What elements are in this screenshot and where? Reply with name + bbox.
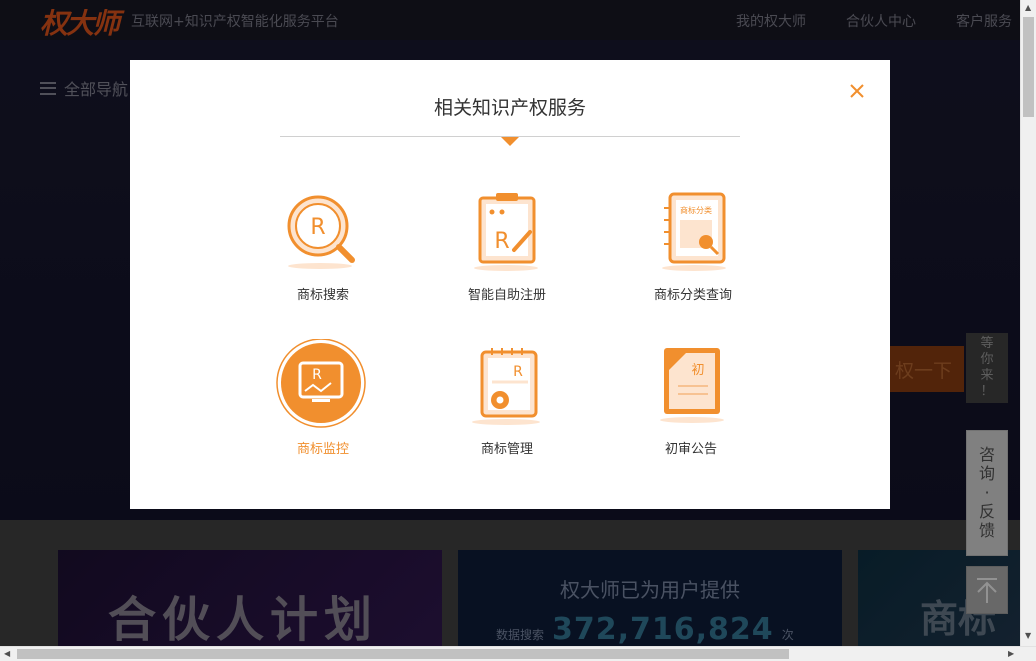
smart-registration-icon: R <box>474 193 538 271</box>
icon-text-classify: 商标分类 <box>680 205 712 215</box>
preliminary-announcement-icon: 初 <box>660 348 724 423</box>
close-button[interactable] <box>847 81 867 101</box>
trademark-management-icon: R <box>472 348 540 425</box>
horizontal-scroll-thumb[interactable] <box>17 649 789 659</box>
service-label: 智能自助注册 <box>467 288 546 303</box>
trademark-search-icon: R <box>287 195 355 269</box>
vertical-scrollbar[interactable]: ▲ ▼ <box>1020 0 1036 646</box>
close-icon <box>850 84 864 98</box>
horizontal-scrollbar[interactable]: ◀ ▶ <box>0 646 1036 661</box>
icon-text-first: 初 <box>691 363 704 378</box>
scroll-left-arrow-icon[interactable]: ◀ <box>4 650 10 658</box>
vertical-scroll-thumb[interactable] <box>1023 17 1034 117</box>
divider-pointer <box>501 137 519 146</box>
scroll-down-arrow-icon[interactable]: ▼ <box>1025 632 1031 640</box>
modal-title: 相关知识产权服务 <box>433 97 586 119</box>
service-smart-registration[interactable]: R 智能自助注册 <box>427 188 587 303</box>
svg-text:R: R <box>312 367 322 383</box>
service-trademark-management[interactable]: R 商标管理 <box>427 342 587 457</box>
classification-query-icon: 商标分类 <box>662 192 726 271</box>
service-label: 商标监控 <box>296 442 349 457</box>
scroll-right-arrow-icon[interactable]: ▶ <box>1008 650 1014 658</box>
service-label: 商标分类查询 <box>653 288 732 303</box>
service-label: 商标管理 <box>480 442 533 457</box>
svg-text:R: R <box>513 364 523 380</box>
services-modal: 相关知识产权服务 R 商标搜索 R 智能自助注册 商标分类 商标分类查询 R 商… <box>130 60 890 509</box>
service-trademark-search[interactable]: R 商标搜索 <box>243 188 403 303</box>
trademark-monitor-icon: R <box>276 339 366 428</box>
service-preliminary-announcement[interactable]: 初 初审公告 <box>611 342 771 457</box>
svg-text:R: R <box>310 215 325 240</box>
service-classification-query[interactable]: 商标分类 商标分类查询 <box>613 188 773 303</box>
service-label: 初审公告 <box>664 442 717 457</box>
service-trademark-monitor[interactable]: R 商标监控 <box>243 339 403 457</box>
svg-text:R: R <box>494 229 509 254</box>
service-label: 商标搜索 <box>296 288 349 303</box>
scroll-up-arrow-icon[interactable]: ▲ <box>1025 4 1031 12</box>
